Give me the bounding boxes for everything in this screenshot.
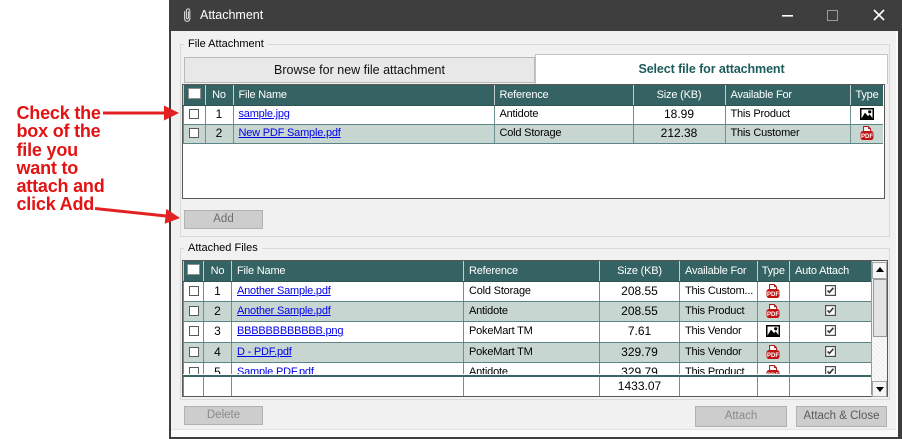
svg-text:PDF: PDF bbox=[767, 353, 779, 359]
svg-text:PDF: PDF bbox=[861, 134, 873, 140]
svg-text:PDF: PDF bbox=[767, 312, 779, 318]
svg-text:PDF: PDF bbox=[767, 292, 779, 298]
